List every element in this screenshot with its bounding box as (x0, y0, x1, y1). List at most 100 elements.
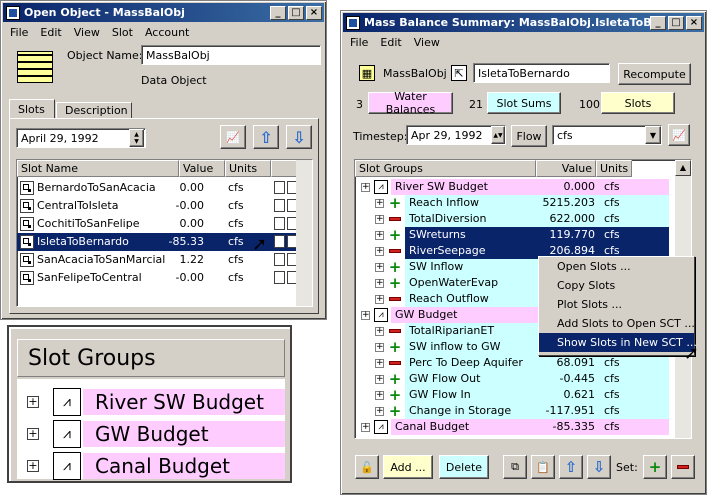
scroll-up-button[interactable]: ▲ (675, 160, 691, 176)
tree-row[interactable]: + ⩘ Canal Budget -85.335 cfs (357, 419, 677, 435)
row-name: RiverSeepage (409, 244, 486, 257)
flow-button[interactable]: Flow (511, 125, 547, 147)
zoom-item[interactable]: + ⩘ GW Budget (27, 419, 285, 449)
plot-button[interactable]: 📈 (668, 124, 690, 146)
col-value[interactable]: Value (179, 160, 225, 177)
move-down-button[interactable]: ⇩ (286, 125, 312, 149)
tree-row[interactable]: + TotalDiversion 622.000 cfs (357, 211, 677, 227)
set-minus-button[interactable] (671, 455, 695, 479)
menu-add-to-sct[interactable]: Add Slots to Open SCT ... (539, 314, 695, 333)
expand-icon[interactable]: + (375, 294, 384, 304)
expand-icon[interactable]: + (375, 262, 384, 272)
zoom-item[interactable]: + ⩘ Canal Budget (27, 451, 285, 481)
expand-icon[interactable]: + (361, 310, 370, 320)
table-row[interactable]: SanFelipeToCentral -0.00 cfs (17, 269, 298, 287)
slot-sums-button[interactable]: Slot Sums (487, 92, 561, 114)
menu-edit[interactable]: Edit (374, 36, 407, 49)
tab-description[interactable]: Description (56, 102, 132, 119)
col-units[interactable]: Units (596, 160, 632, 177)
move-down-button[interactable]: ⇩ (587, 455, 611, 479)
plus-icon: + (388, 386, 402, 404)
slot-field[interactable]: IsletaToBernardo (473, 63, 610, 83)
add-button[interactable]: Add ... (383, 455, 433, 479)
close-button[interactable]: × (306, 5, 322, 20)
expand-icon[interactable]: + (27, 428, 39, 440)
expand-icon[interactable]: + (375, 326, 384, 336)
expand-icon[interactable]: + (375, 406, 384, 416)
timestep-spinner[interactable]: ▲▼ (491, 126, 505, 144)
table-row[interactable]: CochitiToSanFelipe 0.00 cfs (17, 215, 298, 233)
row-name: GW Flow In (409, 388, 471, 401)
maximize-button[interactable]: □ (668, 15, 684, 30)
expand-icon[interactable]: + (361, 182, 370, 192)
copy-button[interactable]: ⧉ (503, 455, 527, 479)
arrow-down-icon: ⇩ (592, 458, 606, 476)
zoom-item-label: Canal Budget (83, 453, 285, 479)
recompute-button[interactable]: Recompute (618, 63, 691, 85)
col-units[interactable]: Units (225, 160, 271, 177)
tree-row[interactable]: + + SWreturns 119.770 cfs (357, 227, 677, 243)
menu-show-new-sct[interactable]: Show Slots in New SCT ... (539, 333, 697, 352)
object-name-field[interactable]: MassBalObj (141, 45, 321, 65)
close-button[interactable]: × (686, 15, 702, 30)
menu-open-slots[interactable]: Open Slots ... (539, 257, 694, 276)
tree-row[interactable]: + Perc To Deep Aquifer 68.091 cfs (357, 355, 677, 371)
lock-button[interactable]: 🔓 (355, 455, 379, 479)
menu-file[interactable]: File (344, 36, 374, 49)
plot-button[interactable]: 📈 (220, 125, 246, 149)
expand-icon[interactable]: + (375, 342, 384, 352)
tree-row[interactable]: + + Reach Inflow 5215.203 cfs (357, 195, 677, 211)
tree-row[interactable]: + ⩘ River SW Budget 0.000 cfs (357, 179, 677, 195)
zoom-item[interactable]: + ⩘ River SW Budget (27, 387, 285, 417)
tab-slots[interactable]: Slots (9, 99, 55, 119)
tree-row[interactable]: + + GW Flow In 0.621 cfs (357, 387, 677, 403)
col-slot-name[interactable]: Slot Name (17, 160, 179, 177)
paste-button[interactable]: 📋 (531, 455, 555, 479)
tree-row[interactable]: + + GW Flow Out -0.445 cfs (357, 371, 677, 387)
move-up-button[interactable]: ⇧ (559, 455, 583, 479)
expand-icon[interactable]: + (27, 396, 39, 408)
water-balances-button[interactable]: Water Balances (368, 90, 453, 116)
menu-view[interactable]: View (68, 26, 106, 39)
maximize-button[interactable]: □ (288, 5, 304, 20)
units-dropdown-button[interactable]: ▼ (645, 126, 661, 144)
expand-icon[interactable]: + (375, 374, 384, 384)
plus-icon: + (388, 338, 402, 356)
menu-edit[interactable]: Edit (34, 26, 67, 39)
expand-icon[interactable]: + (375, 278, 384, 288)
expand-icon[interactable]: + (375, 230, 384, 240)
row-name: Reach Outflow (409, 292, 489, 305)
expand-icon[interactable]: + (361, 422, 370, 432)
minimize-button[interactable]: _ (650, 15, 666, 30)
row-name: GW Budget (395, 308, 458, 321)
menu-view[interactable]: View (408, 36, 446, 49)
move-up-button[interactable]: ⇧ (253, 125, 279, 149)
col-value[interactable]: Value (536, 160, 596, 177)
date-field[interactable]: April 29, 1992 (16, 128, 146, 148)
scrollbar[interactable] (296, 160, 312, 306)
set-plus-button[interactable]: + (643, 455, 667, 479)
date-spinner[interactable]: ▲ ▼ (129, 129, 144, 147)
minus-icon (389, 249, 401, 253)
arrow-down-icon: ⇩ (292, 127, 306, 147)
table-row[interactable]: CentralToIsleta -0.00 cfs (17, 197, 298, 215)
delete-button[interactable]: Delete (439, 455, 489, 479)
expand-icon[interactable]: + (375, 358, 384, 368)
expand-icon[interactable]: + (27, 460, 39, 472)
col-slot-groups[interactable]: Slot Groups (355, 160, 536, 177)
table-row[interactable]: BernardoToSanAcacia 0.00 cfs (17, 179, 298, 197)
menu-plot-slots[interactable]: Plot Slots ... (539, 295, 694, 314)
expand-icon[interactable]: + (375, 246, 384, 256)
menu-copy-slots[interactable]: Copy Slots (539, 276, 694, 295)
plus-icon: + (388, 226, 402, 244)
expand-icon[interactable]: + (375, 214, 384, 224)
minimize-button[interactable]: _ (270, 5, 286, 20)
expand-icon[interactable]: + (375, 390, 384, 400)
menu-account[interactable]: Account (139, 26, 195, 39)
slots-button[interactable]: Slots (601, 92, 675, 114)
tree-row[interactable]: + + Change in Storage -117.951 cfs (357, 403, 677, 419)
menu-bar: File Edit View Slot Account (4, 23, 195, 41)
expand-icon[interactable]: + (375, 198, 384, 208)
menu-slot[interactable]: Slot (106, 26, 139, 39)
menu-file[interactable]: File (4, 26, 34, 39)
